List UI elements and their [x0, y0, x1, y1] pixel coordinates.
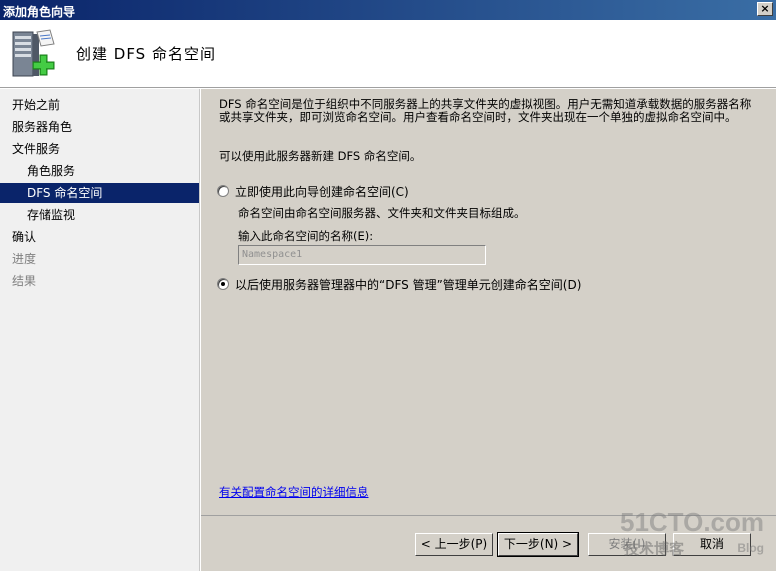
step-confirmation[interactable]: 确认 — [0, 227, 199, 247]
page-description: DFS 命名空间是位于组织中不同服务器上的共享文件夹的虚拟视图。用户无需知道承载… — [219, 97, 752, 124]
create-now-radio[interactable] — [217, 185, 229, 197]
wizard-steps-sidebar: 开始之前 服务器角色 文件服务 角色服务 DFS 命名空间 存储监视 确认 进度… — [0, 89, 200, 571]
step-role-services[interactable]: 角色服务 — [0, 161, 199, 181]
close-button[interactable]: × — [757, 2, 773, 16]
cancel-button[interactable]: 取消 — [673, 533, 751, 556]
page-title: 创建 DFS 命名空间 — [76, 45, 216, 63]
server-add-icon — [12, 29, 55, 77]
more-info-link[interactable]: 有关配置命名空间的详细信息 — [219, 484, 369, 500]
namespace-name-label: 输入此命名空间的名称(E): — [238, 229, 374, 243]
step-storage-monitoring[interactable]: 存储监视 — [0, 205, 199, 225]
page-description-2: 可以使用此服务器新建 DFS 命名空间。 — [219, 149, 422, 163]
create-now-label[interactable]: 立即使用此向导创建命名空间(C) — [235, 183, 409, 200]
close-icon: × — [760, 2, 770, 15]
wizard-content: DFS 命名空间是位于组织中不同服务器上的共享文件夹的虚拟视图。用户无需知道承载… — [201, 89, 776, 515]
namespace-name-input[interactable]: Namespace1 — [238, 245, 486, 265]
step-progress: 进度 — [12, 252, 37, 266]
wizard-header: 创建 DFS 命名空间 — [0, 20, 776, 88]
step-server-roles[interactable]: 服务器角色 — [0, 117, 199, 137]
create-later-radio[interactable] — [217, 278, 229, 290]
wizard-footer: < 上一步(P) 下一步(N) > 安装(I) 取消 — [201, 515, 776, 571]
back-button[interactable]: < 上一步(P) — [415, 533, 493, 556]
install-button: 安装(I) — [588, 533, 666, 556]
create-later-label[interactable]: 以后使用服务器管理器中的“DFS 管理”管理单元创建命名空间(D) — [235, 276, 581, 293]
title-bar: 添加角色向导 × — [0, 0, 776, 20]
step-before-you-begin[interactable]: 开始之前 — [0, 95, 199, 115]
step-file-services[interactable]: 文件服务 — [0, 139, 199, 159]
step-results: 结果 — [12, 274, 37, 288]
step-dfs-namespace[interactable]: DFS 命名空间 — [0, 183, 199, 203]
window-title: 添加角色向导 — [3, 5, 76, 19]
next-button[interactable]: 下一步(N) > — [497, 532, 579, 557]
create-now-note: 命名空间由命名空间服务器、文件夹和文件夹目标组成。 — [238, 206, 526, 220]
